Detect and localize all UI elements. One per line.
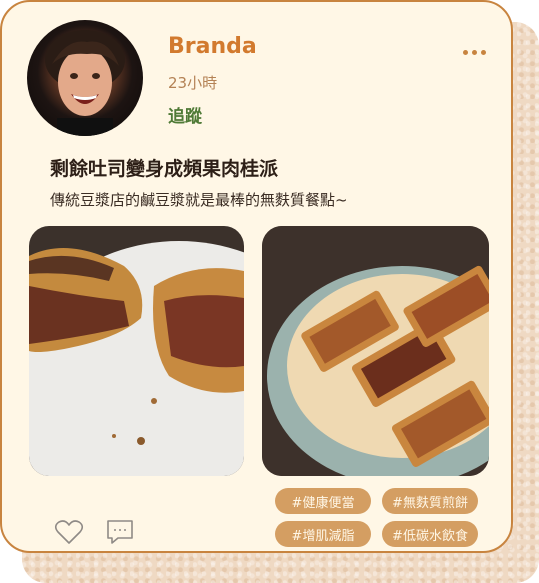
tag-muscle-fat-loss[interactable]: #增肌減脂	[275, 521, 371, 547]
post-title: 剩餘吐司變身成頻果肉桂派	[50, 158, 279, 180]
avatar-image	[45, 30, 125, 136]
more-dots-icon[interactable]	[461, 44, 487, 60]
post-card: Branda 23小時 追蹤 剩餘吐司變身成頻果肉桂派 傳統豆漿店的鹹豆漿就是最…	[0, 0, 513, 553]
follow-button[interactable]: 追蹤	[168, 102, 202, 127]
tag-low-carb[interactable]: #低碳水飲食	[382, 521, 478, 547]
tag-gluten-free-pancake[interactable]: #無麩質煎餅	[382, 488, 478, 514]
author-name[interactable]: Branda	[168, 34, 257, 59]
post-description: 傳統豆漿店的鹹豆漿就是最棒的無麩質餐點~	[50, 191, 348, 209]
comment-icon[interactable]	[105, 517, 135, 547]
post-photo-2[interactable]	[262, 226, 489, 476]
tag-healthy-bento[interactable]: #健康便當	[275, 488, 371, 514]
heart-icon[interactable]	[54, 517, 84, 547]
avatar[interactable]	[27, 20, 143, 136]
post-photo-1[interactable]	[29, 226, 244, 476]
post-time: 23小時	[168, 74, 218, 92]
